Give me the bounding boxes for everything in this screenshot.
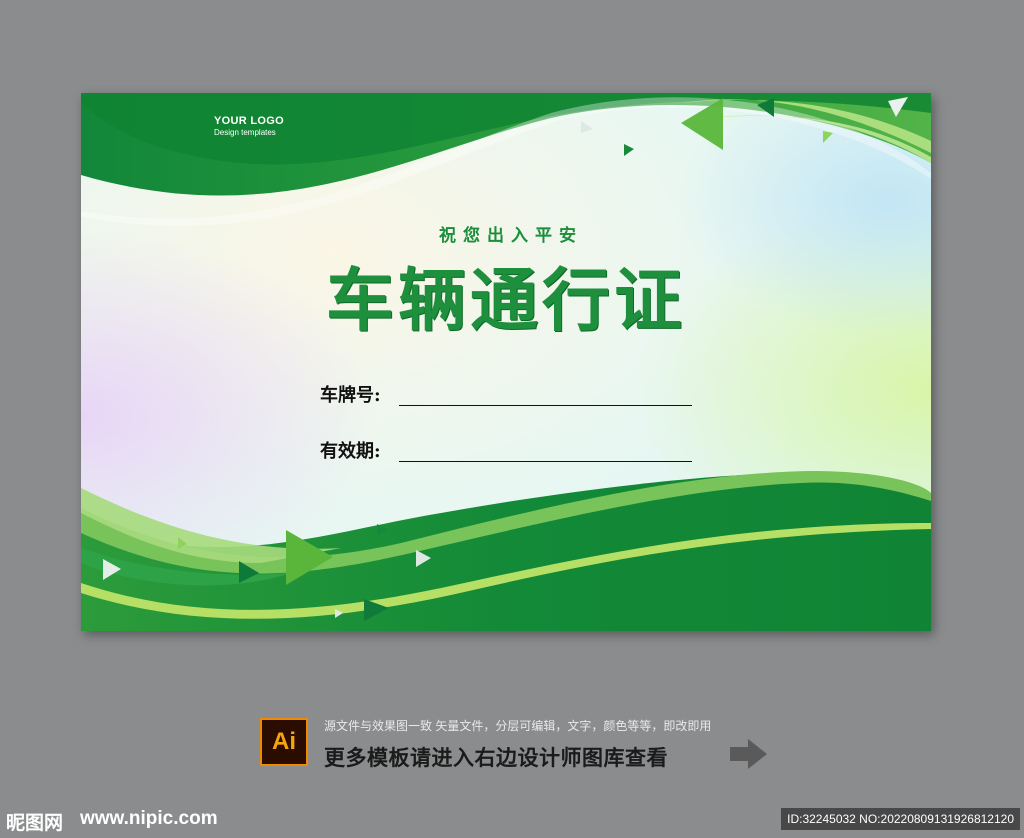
card-subtitle: 祝您出入平安 (439, 226, 583, 246)
permit-card: YOUR LOGO Design templates 祝您出入平安 车辆通行证 … (81, 93, 931, 631)
validity-label: 有效期: (320, 441, 381, 462)
card-title: 车辆通行证 (325, 261, 686, 341)
plate-number-label: 车牌号: (320, 385, 381, 406)
logo-subtitle: Design templates (214, 128, 276, 137)
footer-more-templates[interactable]: 更多模板请进入右边设计师图库查看 (324, 742, 668, 772)
watermark-url[interactable]: www.nipic.com (80, 808, 218, 830)
illustrator-icon: Ai (260, 718, 308, 766)
logo-title: YOUR LOGO (214, 115, 284, 127)
watermark-logo: 昵图网 (6, 813, 64, 834)
watermark-id: ID:32245032 NO:20220809131926812120 (781, 808, 1020, 830)
arrow-right-icon[interactable] (730, 738, 768, 770)
footer-description: 源文件与效果图一致 矢量文件，分层可编辑，文字，颜色等等，即改即用 (324, 719, 712, 733)
plate-number-line (399, 405, 692, 406)
validity-line (399, 461, 692, 462)
card-background-waves (81, 93, 931, 631)
